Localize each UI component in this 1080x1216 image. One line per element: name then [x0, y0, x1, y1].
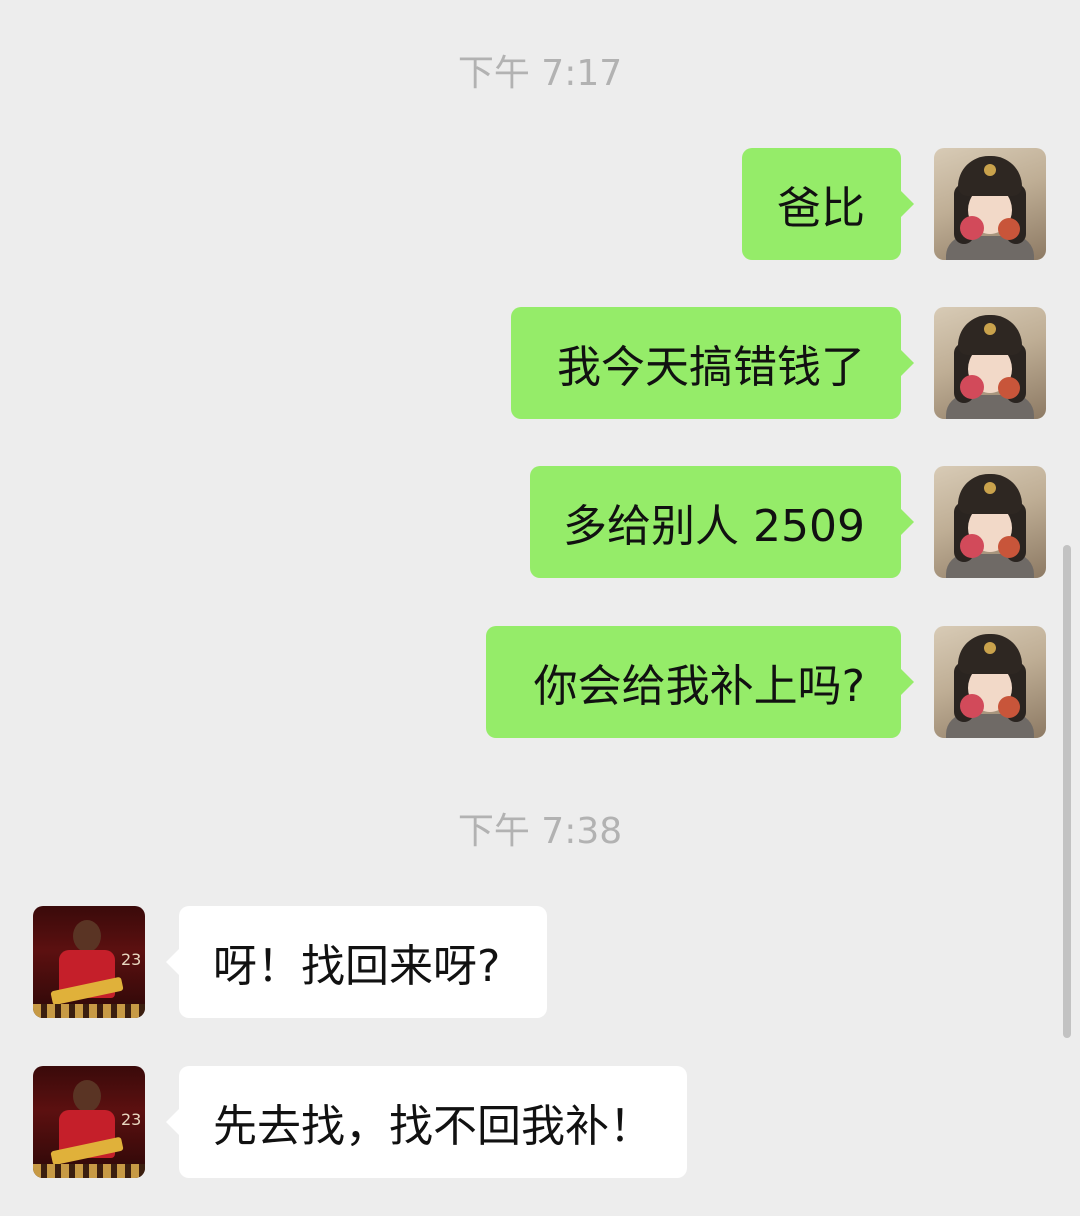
my-avatar-icon[interactable] — [934, 466, 1046, 578]
contact-avatar-icon[interactable]: 23 — [33, 906, 145, 1018]
message-text: 爸比 — [777, 183, 865, 234]
scrollbar[interactable] — [1063, 545, 1071, 1038]
message-text: 我今天搞错钱了 — [557, 342, 865, 393]
contact-avatar-icon[interactable]: 23 — [33, 1066, 145, 1178]
message-text: 你会给我补上吗? — [533, 661, 865, 712]
message-text: 先去找，找不回我补！ — [213, 1101, 653, 1152]
message-text: 多给别人 2509 — [563, 501, 865, 552]
message-bubble-incoming[interactable]: 先去找，找不回我补！ — [166, 1066, 687, 1178]
my-avatar-icon[interactable] — [934, 307, 1046, 419]
timestamp: 下午 7:38 — [457, 811, 623, 852]
my-avatar-icon[interactable] — [934, 626, 1046, 738]
timestamp: 下午 7:17 — [457, 53, 623, 94]
message-bubble-outgoing[interactable]: 我今天搞错钱了 — [511, 307, 914, 419]
message-bubble-outgoing[interactable]: 你会给我补上吗? — [486, 626, 914, 738]
chat-screen: { "timestamps": ["下午 7:17", "下午 7:38"], … — [0, 0, 1080, 1216]
message-text: 呀！找回来呀? — [213, 941, 501, 992]
message-bubble-incoming[interactable]: 呀！找回来呀? — [166, 906, 547, 1018]
my-avatar-icon[interactable] — [934, 148, 1046, 260]
message-bubble-outgoing[interactable]: 多给别人 2509 — [530, 466, 914, 578]
message-bubble-outgoing[interactable]: 爸比 — [742, 148, 914, 260]
